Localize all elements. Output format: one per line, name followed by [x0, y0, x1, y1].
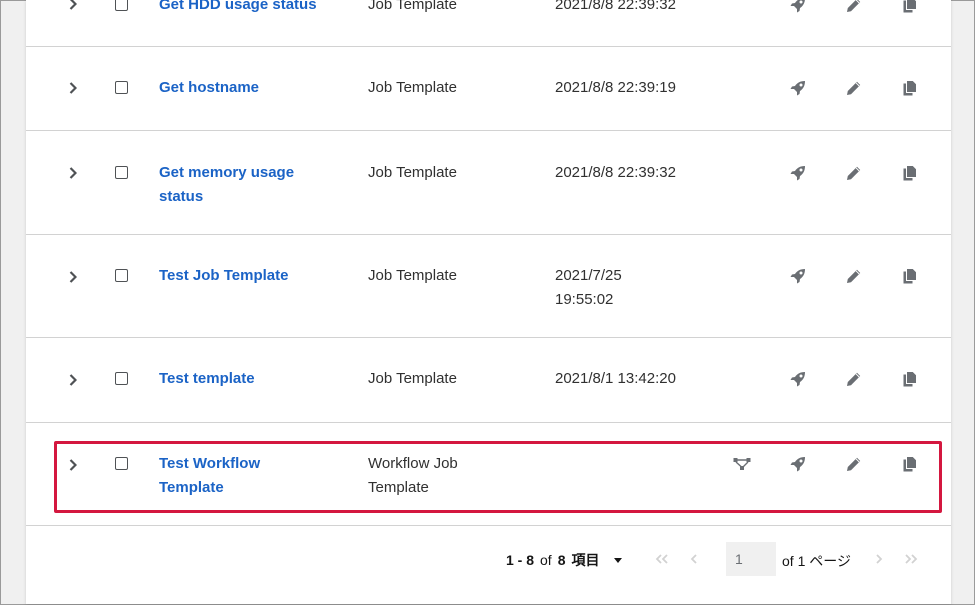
- copy-icon[interactable]: [900, 78, 920, 98]
- pencil-icon[interactable]: [844, 163, 864, 183]
- pencil-icon[interactable]: [844, 0, 864, 15]
- last-run-time-line: 19:55:02: [555, 291, 614, 308]
- pencil-icon[interactable]: [844, 266, 864, 286]
- table-row: Test Job Template Job Template 2021/7/25…: [26, 235, 951, 338]
- copy-icon[interactable]: [900, 163, 920, 183]
- template-name-link[interactable]: Test Workflow Template: [159, 452, 339, 500]
- workflow-visualizer-icon[interactable]: [732, 454, 752, 474]
- row-checkbox[interactable]: [115, 81, 128, 94]
- last-run-date: 2021/8/1 13:42:20: [555, 370, 676, 387]
- last-run-date: 2021/8/8 22:39:19: [555, 79, 676, 96]
- template-name-link[interactable]: Get hostname: [159, 76, 339, 100]
- table-row: Test template Job Template 2021/8/1 13:4…: [26, 338, 951, 423]
- templates-list-panel: Get HDD usage status Job Template 2021/8…: [26, 0, 951, 604]
- template-name-line[interactable]: Test Workflow: [159, 452, 339, 476]
- template-name-link[interactable]: Get memory usage status: [159, 161, 339, 209]
- chevron-right-icon[interactable]: [66, 0, 80, 11]
- items-per-page-toggle[interactable]: 1 - 8 of 8 項目: [506, 550, 622, 570]
- items-label: 項目: [571, 552, 600, 568]
- template-type: Job Template: [368, 370, 457, 387]
- copy-icon[interactable]: [900, 369, 920, 389]
- next-page-icon[interactable]: [869, 550, 889, 568]
- chevron-right-icon[interactable]: [66, 81, 80, 95]
- item-range: 1 - 8: [506, 552, 535, 568]
- rocket-icon[interactable]: [788, 163, 808, 183]
- first-page-icon[interactable]: [652, 550, 672, 568]
- copy-icon[interactable]: [900, 454, 920, 474]
- chevron-right-icon[interactable]: [66, 458, 80, 472]
- last-run-date: 2021/8/8 22:39:32: [555, 0, 676, 13]
- table-row: Test Workflow Template Workflow Job Temp…: [26, 423, 951, 526]
- template-type-line: Template: [368, 479, 429, 496]
- item-total: 8: [557, 552, 566, 568]
- last-run-date-line: 2021/7/25: [555, 267, 622, 284]
- chevron-right-icon[interactable]: [66, 373, 80, 387]
- rocket-icon[interactable]: [788, 78, 808, 98]
- rocket-icon[interactable]: [788, 266, 808, 286]
- last-run-date: 2021/8/8 22:39:32: [555, 164, 676, 181]
- row-checkbox[interactable]: [115, 269, 128, 282]
- last-page-icon[interactable]: [901, 550, 921, 568]
- template-name-line[interactable]: Template: [159, 476, 339, 500]
- template-type: Job Template: [368, 79, 457, 96]
- table-row: Get hostname Job Template 2021/8/8 22:39…: [26, 46, 951, 131]
- row-checkbox[interactable]: [115, 0, 128, 11]
- chevron-right-icon[interactable]: [66, 270, 80, 284]
- template-name-line[interactable]: Get memory usage: [159, 161, 339, 185]
- template-name-line[interactable]: status: [159, 185, 339, 209]
- rocket-icon[interactable]: [788, 0, 808, 15]
- copy-icon[interactable]: [900, 0, 920, 15]
- pencil-icon[interactable]: [844, 369, 864, 389]
- template-name-link[interactable]: Get HDD usage status: [159, 0, 339, 17]
- row-checkbox[interactable]: [115, 457, 128, 470]
- template-name-link[interactable]: Test template: [159, 367, 339, 391]
- pencil-icon[interactable]: [844, 78, 864, 98]
- rocket-icon[interactable]: [788, 369, 808, 389]
- template-type-line: Workflow Job: [368, 455, 458, 472]
- copy-icon[interactable]: [900, 266, 920, 286]
- chevron-right-icon[interactable]: [66, 166, 80, 180]
- caret-down-icon: [613, 557, 622, 563]
- template-type: Job Template: [368, 0, 457, 13]
- template-type: Workflow Job Template: [368, 452, 528, 500]
- pagination-bar: 1 - 8 of 8 項目 of 1 ページ: [26, 526, 951, 604]
- current-page-input[interactable]: [726, 542, 776, 576]
- table-row: Get memory usage status Job Template 202…: [26, 131, 951, 235]
- row-checkbox[interactable]: [115, 372, 128, 385]
- last-run-date: 2021/7/25 19:55:02: [555, 264, 705, 312]
- row-checkbox[interactable]: [115, 166, 128, 179]
- of-label: of: [540, 552, 552, 568]
- previous-page-icon[interactable]: [684, 550, 704, 568]
- table-row: Get HDD usage status Job Template 2021/8…: [26, 0, 951, 47]
- template-type: Job Template: [368, 267, 457, 284]
- template-type: Job Template: [368, 164, 457, 181]
- page-count-label: of 1 ページ: [782, 553, 851, 569]
- pencil-icon[interactable]: [844, 454, 864, 474]
- template-name-link[interactable]: Test Job Template: [159, 264, 339, 288]
- rocket-icon[interactable]: [788, 454, 808, 474]
